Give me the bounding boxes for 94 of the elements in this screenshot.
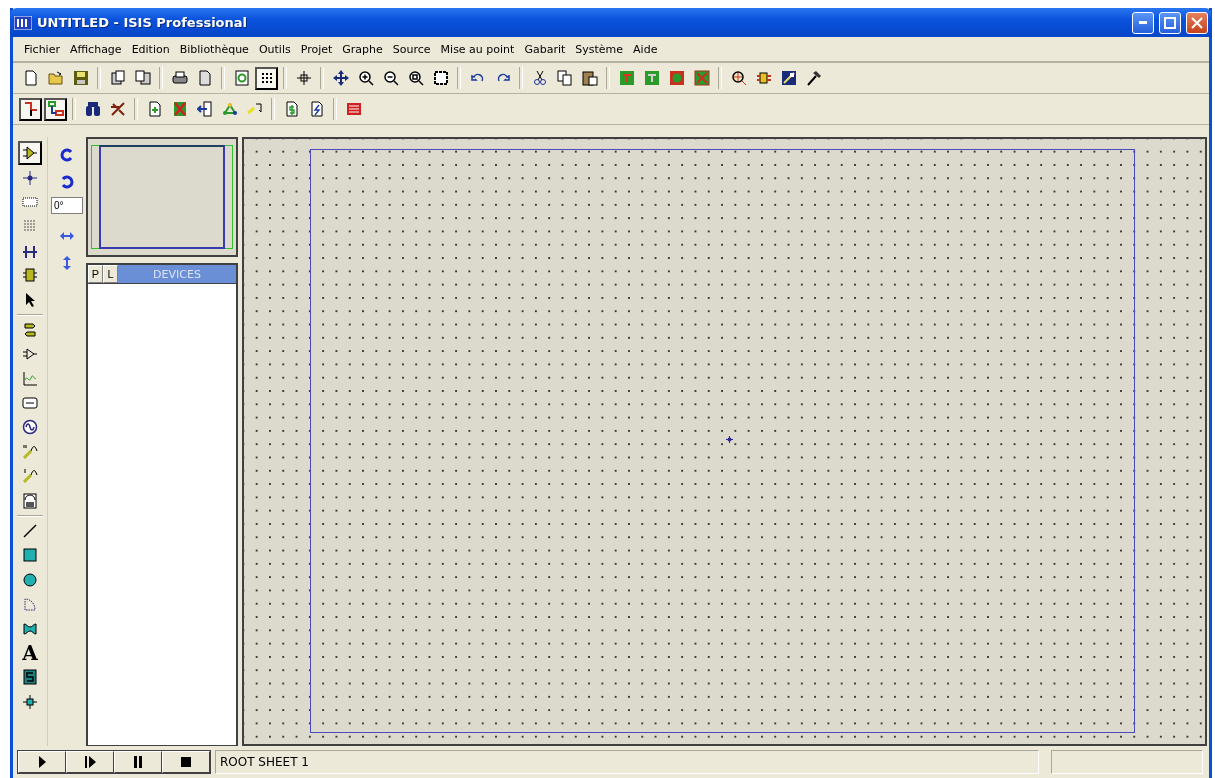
exit-arrow-icon bbox=[196, 101, 213, 117]
page-cross-icon bbox=[171, 101, 188, 117]
menu-item[interactable]: Mise au point bbox=[435, 42, 520, 56]
rotate-clockwise-icon bbox=[59, 146, 75, 163]
menu-item[interactable]: Outils bbox=[253, 42, 296, 56]
step-icon bbox=[82, 753, 98, 770]
generator-icon bbox=[22, 419, 38, 436]
page-bolt-icon bbox=[308, 101, 325, 117]
menu-item[interactable]: Aide bbox=[628, 42, 663, 56]
marker-icon bbox=[22, 693, 38, 710]
gate-icon bbox=[22, 145, 38, 162]
graph-icon bbox=[22, 370, 38, 387]
page-stack-icon bbox=[134, 70, 151, 86]
pin-icon bbox=[22, 346, 38, 363]
block-copy-icon bbox=[618, 70, 635, 86]
menu-item[interactable]: Bibliothèque bbox=[174, 42, 254, 56]
wire-autorouter-button[interactable] bbox=[19, 97, 42, 121]
refresh-icon bbox=[233, 70, 250, 86]
probe-icon bbox=[22, 443, 38, 460]
app-icon bbox=[14, 15, 32, 30]
board-icon bbox=[345, 101, 362, 117]
page-plus-icon bbox=[146, 101, 163, 117]
zoom-fit-icon bbox=[407, 70, 424, 86]
component-tool-button[interactable] bbox=[18, 141, 42, 166]
page-dollar-icon bbox=[283, 101, 300, 117]
step-button[interactable] bbox=[66, 750, 114, 773]
panel-tab[interactable]: L bbox=[103, 265, 118, 283]
line-icon bbox=[22, 523, 38, 540]
text-tool-button[interactable]: A bbox=[18, 640, 42, 666]
tree-icon bbox=[47, 101, 64, 117]
schematic-canvas[interactable] bbox=[242, 137, 1207, 746]
arc-icon bbox=[22, 596, 38, 613]
binoculars-icon bbox=[84, 101, 101, 117]
copy-icon bbox=[556, 70, 573, 86]
minimize-icon bbox=[1139, 21, 1147, 24]
maximize-button[interactable] bbox=[1159, 11, 1181, 34]
symbol-icon bbox=[22, 669, 38, 686]
panel-tab[interactable]: P bbox=[88, 265, 103, 283]
maximize-icon bbox=[1164, 16, 1176, 29]
magnifier-icon bbox=[730, 70, 747, 86]
terminals-icon bbox=[22, 321, 38, 338]
menu-item[interactable]: Affichage bbox=[64, 42, 127, 56]
tape-icon bbox=[22, 395, 38, 412]
nodes-icon bbox=[221, 101, 238, 117]
printer-icon bbox=[171, 70, 188, 86]
clipboard-icon bbox=[581, 70, 598, 86]
rotate-counterclockwise-icon bbox=[59, 173, 75, 190]
subcircuit-icon bbox=[22, 267, 38, 284]
close-button[interactable] bbox=[1186, 11, 1208, 34]
crosshair-icon bbox=[295, 70, 312, 86]
junction-icon bbox=[22, 169, 38, 186]
menu-item[interactable]: Système bbox=[570, 42, 629, 56]
menu-item[interactable]: Projet bbox=[295, 42, 338, 56]
zoom-area-icon bbox=[432, 70, 449, 86]
package-icon bbox=[780, 70, 797, 86]
block-delete-icon bbox=[693, 70, 710, 86]
hammer-icon bbox=[805, 70, 822, 86]
zoom-out-icon bbox=[382, 70, 399, 86]
floppy-icon bbox=[72, 70, 89, 86]
pause-button[interactable] bbox=[114, 750, 162, 773]
devices-header: DEVICES bbox=[118, 265, 236, 283]
page-stack-icon bbox=[109, 70, 126, 86]
meter-icon bbox=[22, 492, 38, 509]
menu-item[interactable]: Source bbox=[387, 42, 436, 56]
menu-item[interactable]: Edition bbox=[126, 42, 175, 56]
origin-marker-icon bbox=[726, 436, 733, 443]
overview-window[interactable] bbox=[86, 137, 238, 257]
zoom-in-icon bbox=[357, 70, 374, 86]
window-title: UNTITLED - ISIS Professional bbox=[37, 15, 249, 30]
circle-icon bbox=[22, 571, 38, 588]
block-rotate-icon bbox=[668, 70, 685, 86]
closed-path-icon bbox=[22, 620, 38, 637]
page-icon bbox=[196, 70, 213, 86]
move-arrows-icon bbox=[332, 70, 349, 86]
sheet-status: ROOT SHEET 1 bbox=[215, 749, 1039, 774]
menu-item[interactable]: Fichier bbox=[19, 42, 65, 56]
menu-item[interactable]: Gabarit bbox=[519, 42, 571, 56]
wire-route-icon bbox=[22, 101, 39, 117]
probe-icon bbox=[22, 468, 38, 485]
page-icon bbox=[22, 70, 39, 86]
close-icon bbox=[1191, 16, 1203, 29]
folder-icon bbox=[47, 70, 64, 86]
scissors-icon bbox=[531, 70, 548, 86]
rotation-field[interactable]: 0° bbox=[51, 197, 83, 214]
menu-item[interactable]: Graphe bbox=[337, 42, 388, 56]
play-button[interactable] bbox=[18, 750, 66, 773]
square-icon bbox=[22, 547, 38, 564]
chip-icon bbox=[755, 70, 772, 86]
stop-button[interactable] bbox=[162, 750, 210, 773]
grid-button[interactable] bbox=[255, 66, 278, 90]
block-move-icon bbox=[643, 70, 660, 86]
minimize-button[interactable] bbox=[1132, 11, 1154, 34]
property-assign-button[interactable] bbox=[44, 97, 67, 121]
wrench-cross-icon bbox=[109, 101, 126, 117]
